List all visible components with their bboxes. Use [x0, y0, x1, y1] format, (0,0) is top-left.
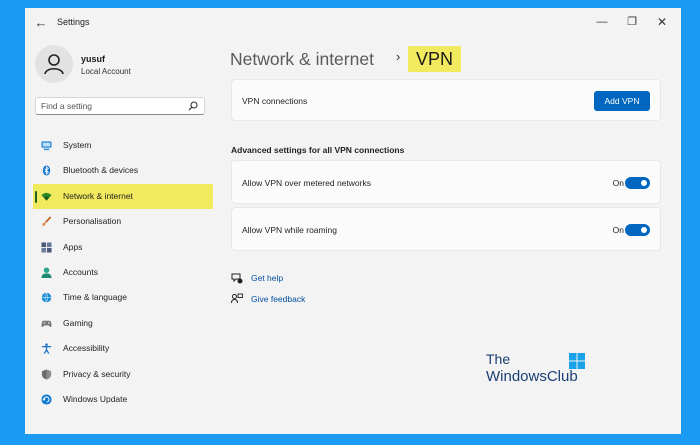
- app-title: Settings: [57, 17, 90, 27]
- search-box[interactable]: [35, 97, 205, 115]
- back-button[interactable]: ←: [33, 16, 49, 30]
- watermark-line1: The: [486, 351, 511, 367]
- globe-clock-icon: [41, 293, 52, 303]
- search-input[interactable]: [41, 100, 181, 112]
- minimize-button[interactable]: —: [588, 12, 616, 32]
- sidebar-item-label: Accessibility: [63, 343, 110, 354]
- wifi-icon: [41, 192, 52, 201]
- sidebar-item-time-language[interactable]: Time & language: [33, 285, 213, 310]
- update-icon: [41, 394, 52, 405]
- setting-label: Allow VPN over metered networks: [242, 178, 371, 188]
- page-title: VPN: [408, 46, 462, 72]
- user-icon: [44, 54, 64, 75]
- sidebar-item-apps[interactable]: Apps: [33, 235, 213, 260]
- feedback-icon: [231, 293, 243, 304]
- person-icon: [41, 267, 52, 278]
- sidebar-item-system[interactable]: System: [33, 133, 213, 158]
- metered-networks-setting: Allow VPN over metered networks On: [231, 160, 661, 204]
- sidebar-item-label: Gaming: [63, 317, 93, 328]
- sidebar-item-network[interactable]: Network & internet: [33, 183, 213, 210]
- sidebar-item-label: System: [63, 140, 92, 150]
- sidebar-item-label: Bluetooth & devices: [63, 165, 139, 176]
- metered-networks-toggle[interactable]: [625, 177, 650, 189]
- sidebar-item-label: Apps: [63, 241, 83, 252]
- roaming-toggle[interactable]: [625, 224, 650, 236]
- setting-label: Allow VPN while roaming: [242, 225, 337, 235]
- watermark-line2: WindowsClub: [486, 368, 578, 385]
- sidebar-item-accounts[interactable]: Accounts: [33, 260, 213, 285]
- settings-window: ← Settings — ❐ ✕ yusuf Local Account Sys…: [25, 8, 681, 434]
- watermark: The WindowsClub: [486, 351, 596, 391]
- help-icon: [231, 273, 243, 284]
- sidebar-item-label: Network & internet: [63, 190, 133, 201]
- gamepad-icon: [41, 320, 52, 327]
- apps-icon: [41, 242, 52, 253]
- user-name: yusuf: [81, 54, 106, 64]
- toggle-state-label: On: [612, 178, 624, 188]
- roaming-setting: Allow VPN while roaming On: [231, 207, 661, 251]
- accessibility-icon: [41, 343, 52, 355]
- sidebar-item-accessibility[interactable]: Accessibility: [33, 336, 213, 361]
- brush-icon: [41, 216, 52, 227]
- title-bar: ← Settings — ❐ ✕: [25, 8, 681, 38]
- maximize-button[interactable]: ❐: [618, 12, 646, 32]
- section-title: Advanced settings for all VPN connection…: [231, 145, 405, 155]
- sidebar-nav: System Bluetooth & devices Network & int…: [33, 133, 213, 412]
- sidebar-item-label: Accounts: [63, 266, 98, 277]
- sidebar-item-label: Personalisation: [63, 216, 122, 227]
- close-button[interactable]: ✕: [648, 12, 676, 32]
- account-type: Local Account: [81, 67, 131, 76]
- get-help-label: Get help: [251, 273, 284, 283]
- vpn-connections-label: VPN connections: [242, 96, 308, 106]
- sidebar-item-windows-update[interactable]: Windows Update: [33, 387, 213, 412]
- monitor-icon: [41, 141, 52, 151]
- sidebar-item-label: Privacy & security: [63, 368, 131, 379]
- toggle-state-label: On: [612, 225, 624, 235]
- bluetooth-icon: [42, 165, 51, 176]
- sidebar-item-label: Time & language: [63, 292, 127, 303]
- sidebar-item-label: Windows Update: [63, 393, 128, 404]
- sidebar-item-bluetooth[interactable]: Bluetooth & devices: [33, 158, 213, 183]
- vpn-connections-card: VPN connections Add VPN: [231, 79, 661, 121]
- search-icon[interactable]: [188, 101, 198, 111]
- avatar: [35, 45, 73, 83]
- sidebar-item-personalisation[interactable]: Personalisation: [33, 209, 213, 234]
- sidebar-item-gaming[interactable]: Gaming: [33, 311, 213, 336]
- breadcrumb-separator: ›: [396, 49, 401, 64]
- breadcrumb-parent[interactable]: Network & internet: [230, 49, 374, 70]
- add-vpn-button[interactable]: Add VPN: [594, 91, 650, 111]
- sidebar-item-privacy[interactable]: Privacy & security: [33, 362, 213, 387]
- windows-logo-icon: [569, 353, 585, 369]
- give-feedback-label: Give feedback: [251, 294, 306, 304]
- shield-icon: [41, 368, 52, 380]
